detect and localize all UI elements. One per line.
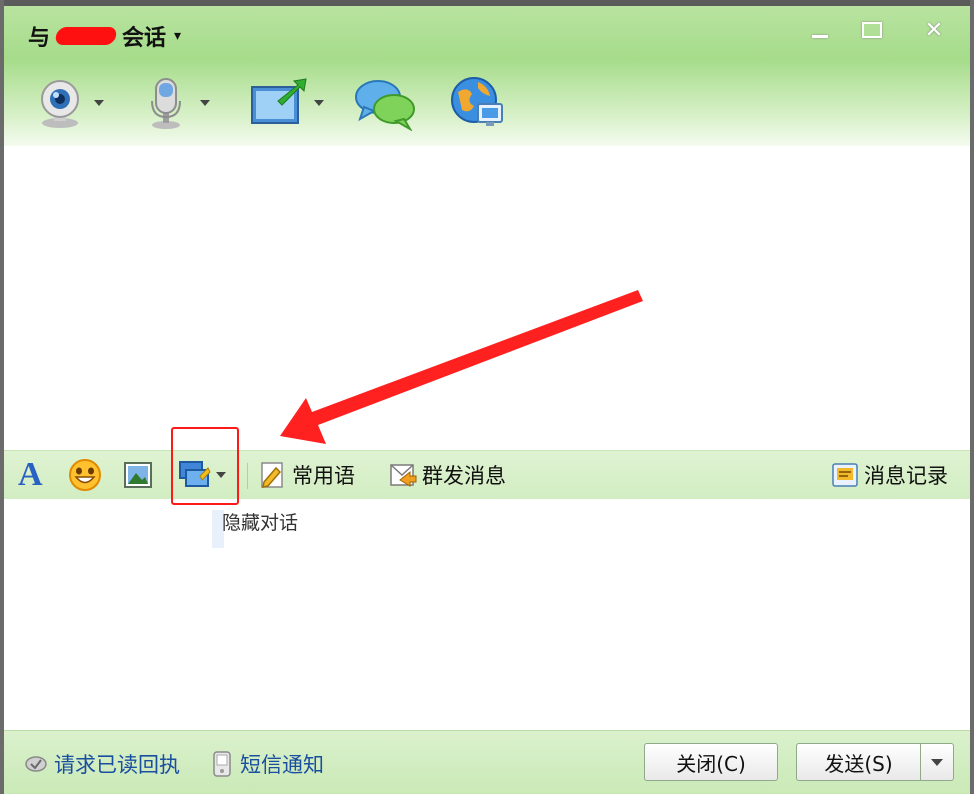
close-button[interactable]: 关闭(C) [644, 743, 778, 781]
read-receipt-icon [25, 756, 47, 772]
close-icon: ✕ [924, 17, 944, 43]
smiley-icon [69, 459, 101, 491]
chat-bubbles-icon [355, 80, 415, 131]
redacted-name [54, 27, 118, 45]
chat-window: 与 会话 ▾ ✕ A 常用语 群发消息 消息记录 隐藏对话 请求已读回执 短信通… [0, 0, 974, 794]
maximize-icon [862, 22, 882, 38]
window-frame-right [970, 0, 974, 794]
group-chat-button[interactable] [354, 72, 416, 134]
title-dropdown-icon[interactable]: ▾ [174, 28, 181, 44]
sms-notify-label: 短信通知 [240, 753, 324, 777]
window-frame-left [0, 0, 4, 794]
group-send-icon [390, 464, 417, 487]
group-send-label: 群发消息 [422, 464, 506, 488]
send-image-button[interactable] [122, 459, 154, 491]
format-toolbar: A 常用语 群发消息 消息记录 [4, 450, 970, 500]
send-button[interactable]: 发送(S) [796, 743, 920, 781]
font-icon: A [18, 456, 43, 493]
message-history-button[interactable]: 消息记录 [830, 459, 948, 491]
globe-app-icon [451, 77, 503, 126]
close-window-button[interactable]: ✕ [912, 14, 956, 46]
voice-call-button[interactable] [138, 72, 210, 134]
bottom-bar: 请求已读回执 短信通知 关闭(C) 发送(S) [4, 730, 970, 794]
window-header: 与 会话 ▾ ✕ [4, 6, 970, 146]
message-history-area[interactable] [4, 146, 970, 448]
minimize-icon [812, 34, 828, 38]
microphone-icon [151, 78, 181, 129]
voice-dropdown-icon[interactable] [200, 100, 210, 106]
send-file-icon [251, 78, 307, 124]
hide-conversation-tooltip: 隐藏对话 [222, 512, 299, 534]
chevron-down-icon [931, 758, 943, 766]
video-dropdown-icon[interactable] [94, 100, 104, 106]
history-icon [832, 463, 858, 487]
group-send-button[interactable]: 群发消息 [388, 459, 506, 491]
message-input-area[interactable] [4, 499, 970, 729]
emoticon-button[interactable] [68, 459, 102, 491]
send-options-button[interactable] [920, 743, 954, 781]
remote-assist-button[interactable] [448, 72, 506, 134]
read-receipt-link[interactable]: 请求已读回执 [24, 749, 180, 779]
send-button-label: 发送(S) [824, 751, 893, 776]
annotation-highlight-box [171, 427, 239, 505]
title-suffix: 会话 [122, 26, 167, 51]
common-phrases-label: 常用语 [292, 464, 355, 488]
maximize-button[interactable] [850, 14, 894, 46]
sms-notify-link[interactable]: 短信通知 [210, 749, 324, 779]
font-button[interactable]: A [18, 456, 43, 493]
close-button-label: 关闭(C) [676, 751, 746, 776]
common-phrases-button[interactable]: 常用语 [258, 459, 355, 491]
phrases-icon [261, 462, 283, 488]
window-title[interactable]: 与 会话 ▾ [28, 20, 181, 52]
webcam-icon [41, 80, 79, 128]
send-file-button[interactable] [248, 72, 324, 134]
minimize-button[interactable] [798, 14, 842, 46]
video-call-button[interactable] [32, 72, 104, 134]
phone-icon [213, 751, 231, 777]
toolbar-divider [247, 463, 248, 489]
message-history-label: 消息记录 [864, 464, 948, 488]
read-receipt-label: 请求已读回执 [54, 753, 180, 777]
picture-icon [124, 462, 152, 488]
title-prefix: 与 [28, 26, 51, 51]
send-file-dropdown-icon[interactable] [314, 100, 324, 106]
